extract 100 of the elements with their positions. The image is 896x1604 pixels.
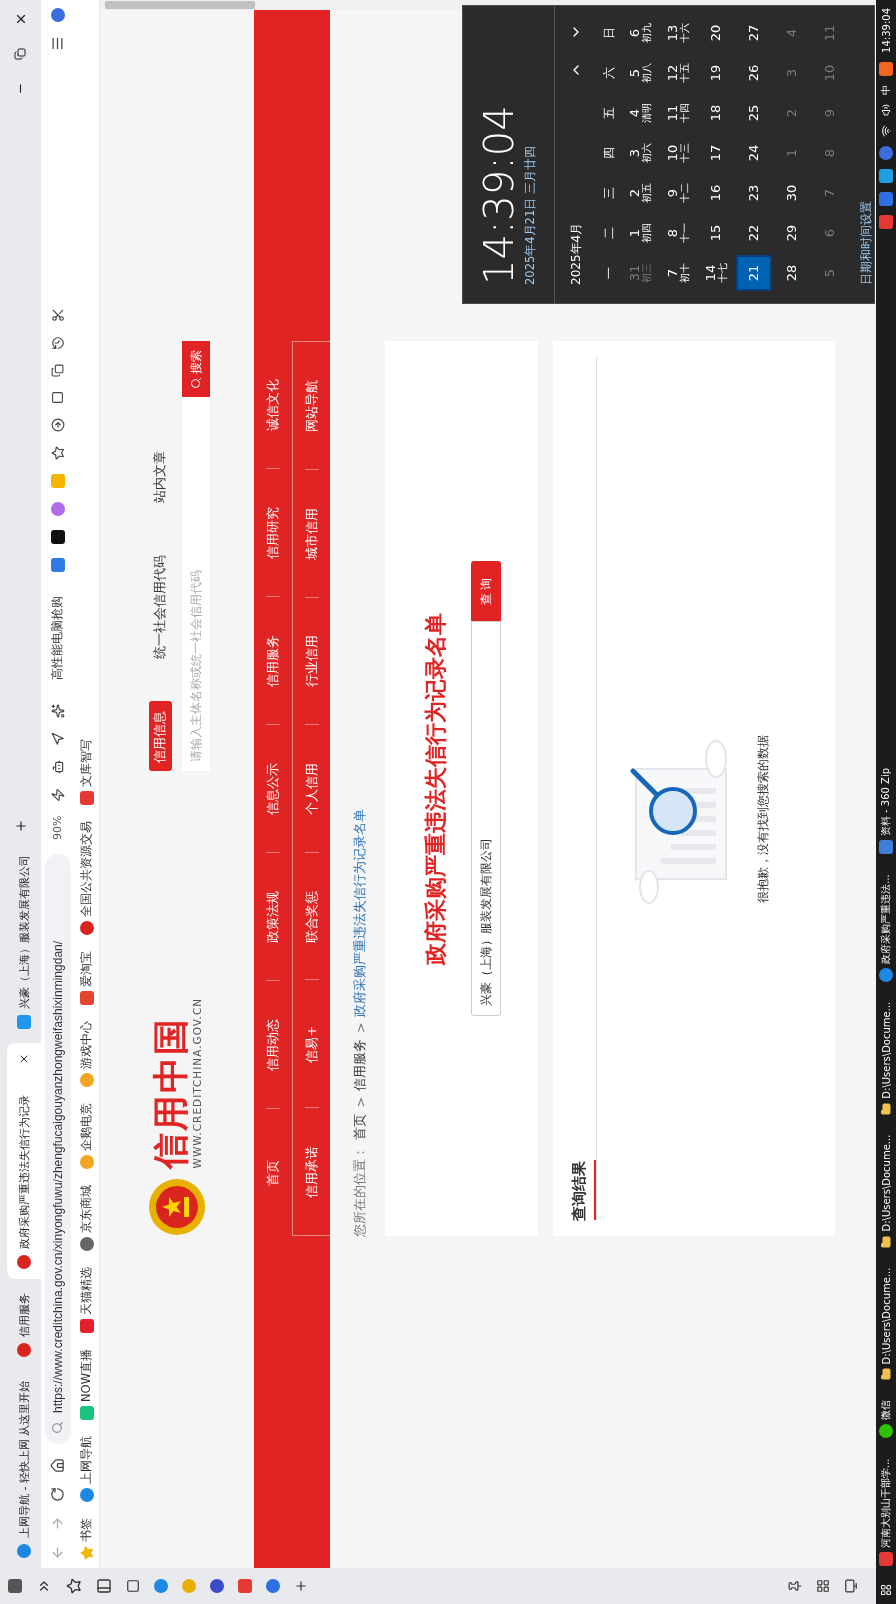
site-logo-text[interactable]: 信用中国 — [151, 997, 191, 1169]
breadcrumb-link[interactable]: 首页 — [352, 1113, 369, 1140]
calendar-day[interactable]: 14 十七 — [698, 255, 734, 291]
nav-link[interactable]: 信息公示 — [264, 763, 282, 815]
nav-link[interactable]: 网站导航 — [302, 380, 321, 433]
input-method[interactable]: 中 — [879, 84, 893, 95]
star-icon[interactable] — [66, 1578, 82, 1594]
calendar-day[interactable]: 21 — [736, 255, 772, 291]
calendar-day[interactable]: 9 十二 — [660, 175, 696, 211]
nav-link[interactable]: 诚信文化 — [264, 379, 282, 432]
sparkle-icon[interactable] — [50, 703, 65, 718]
bookmark[interactable]: 上网导航 — [79, 1436, 94, 1502]
scrollbar-thumb[interactable] — [105, 1, 255, 9]
calendar-day[interactable]: 20 — [698, 15, 734, 51]
menu-icon[interactable] — [50, 36, 65, 51]
app-icon[interactable] — [879, 168, 893, 183]
bookmark[interactable]: 京东商城 — [79, 1184, 94, 1251]
bookmark[interactable]: NOW直播 — [79, 1348, 94, 1420]
flyout-date-link[interactable]: 2025年4月21日 三月廿四 — [523, 6, 538, 285]
calendar-day[interactable]: 3 初六 — [622, 135, 658, 171]
search-button[interactable]: 搜索 — [182, 341, 210, 398]
breadcrumb-link[interactable]: 政府采购严重违法失信行为记录名单 — [352, 808, 369, 1017]
calendar-day[interactable]: 16 — [698, 175, 734, 211]
calendar-day[interactable]: 27 — [736, 15, 772, 51]
bookmark[interactable]: 全国公共资源交易 — [79, 820, 94, 935]
nav-link[interactable]: 信用动态 — [264, 1018, 282, 1071]
shield-icon[interactable] — [879, 145, 893, 160]
calendar-day[interactable]: 28 — [774, 255, 810, 291]
bookmark[interactable]: 天猫精选 — [79, 1266, 94, 1333]
robot-icon[interactable] — [50, 759, 65, 774]
add-icon[interactable] — [294, 1579, 308, 1593]
start-icon[interactable] — [880, 1584, 892, 1596]
arrow-icon[interactable] — [50, 731, 65, 746]
window-icon[interactable] — [51, 390, 64, 404]
app-icon[interactable] — [50, 529, 65, 544]
calendar-day[interactable]: 24 — [736, 135, 772, 171]
nav-link[interactable]: 信易+ — [302, 1025, 321, 1063]
new-tab-icon[interactable] — [13, 818, 28, 833]
monitor-icon[interactable] — [844, 1579, 858, 1593]
network-icon[interactable] — [880, 124, 892, 137]
history-icon[interactable] — [50, 335, 65, 350]
nav-link[interactable]: 城市信用 — [302, 507, 321, 560]
nav-link[interactable]: 信用服务 — [264, 635, 282, 688]
promo-link[interactable]: 高性能电脑抢购 — [49, 595, 66, 680]
calendar-day[interactable]: 30 — [774, 175, 810, 211]
calendar-day[interactable]: 29 — [774, 215, 810, 251]
calendar-day[interactable]: 18 — [698, 95, 734, 131]
calendar-day[interactable]: 22 — [736, 215, 772, 251]
calendar-day[interactable]: 4 清明 — [622, 95, 658, 131]
taskbar-item[interactable]: 微信 — [876, 1390, 896, 1449]
calendar-day[interactable]: 26 — [736, 55, 772, 91]
star-icon[interactable] — [50, 445, 65, 460]
calendar-day[interactable]: 2 初五 — [622, 175, 658, 211]
scissors-icon[interactable] — [50, 307, 65, 322]
home-icon[interactable] — [50, 1458, 65, 1473]
browser-tab[interactable]: 兴豪（上海）服装发展有限公司 — [7, 844, 41, 1039]
copy-icon[interactable] — [51, 363, 64, 377]
search-tab[interactable]: 信用信息 — [148, 701, 172, 772]
bookmark[interactable]: 游戏中心 — [79, 1020, 94, 1087]
bookmark[interactable]: 爱淘宝 — [79, 950, 94, 1005]
taskbar-clock[interactable]: 14:39:04 — [880, 8, 892, 53]
calendar-day[interactable]: 12 十五 — [660, 55, 696, 91]
avatar-icon[interactable] — [50, 8, 65, 22]
search-tab[interactable]: 统一社会信用代码 — [148, 545, 172, 668]
calendar-day[interactable]: 5 初八 — [622, 55, 658, 91]
nav-link[interactable]: 行业信用 — [302, 635, 321, 688]
calendar-day[interactable]: 11 十四 — [660, 95, 696, 131]
grid-icon[interactable] — [816, 1579, 830, 1593]
calendar-day[interactable]: 6 初九 — [622, 15, 658, 51]
address-field[interactable]: https://www.creditchina.gov.cn/xinyongfuwu/zhengfucaigouyanzhongweifashixinmingdan/ — [44, 854, 71, 1444]
panel-icon[interactable] — [96, 1578, 112, 1594]
bookmark[interactable]: 文库智写 — [79, 738, 94, 805]
bookmark[interactable]: 书签 — [79, 1518, 94, 1560]
browser-tab[interactable]: 政府采购严重违法失信行为记录 — [7, 1042, 41, 1279]
taskbar-item[interactable]: D:\Users\Docume... — [876, 1124, 896, 1258]
query-field[interactable]: 兴豪（上海）服装发展有限公司 — [471, 621, 501, 1017]
bookmark[interactable]: 企鹅电竞 — [79, 1102, 94, 1169]
taskbar-item[interactable]: 资料 - 360 Zip — [876, 757, 896, 865]
nav-link[interactable]: 个人信用 — [302, 763, 321, 815]
browser-logo-icon[interactable] — [8, 1579, 22, 1593]
search-tab[interactable]: 站内文章 — [148, 441, 172, 512]
window-icon[interactable] — [126, 1579, 140, 1593]
calendar-day[interactable]: 17 — [698, 135, 734, 171]
calendar-day[interactable]: 8 十一 — [660, 215, 696, 251]
volume-icon[interactable] — [880, 103, 892, 116]
breadcrumb-link[interactable]: 信用服务 — [352, 1039, 369, 1091]
taskbar-item[interactable]: D:\Users\Docume... — [876, 991, 896, 1125]
pin-icon[interactable] — [788, 1579, 802, 1593]
restore-icon[interactable] — [13, 48, 26, 60]
arrow-circle-icon[interactable] — [50, 417, 65, 432]
calendar-day[interactable]: 19 — [698, 55, 734, 91]
calendar-day[interactable]: 15 — [698, 215, 734, 251]
zoom-level[interactable]: 90% — [51, 815, 64, 840]
calendar-day[interactable]: 25 — [736, 95, 772, 131]
reload-icon[interactable] — [50, 1487, 65, 1502]
nav-link[interactable]: 联合奖惩 — [302, 890, 321, 943]
taskbar-item[interactable]: 河南大别山干部学... — [876, 1448, 896, 1576]
browser-tab[interactable]: 上网导航 - 轻快上网 从这里开始 — [7, 1370, 41, 1568]
nav-link[interactable]: 政策法规 — [264, 890, 282, 943]
calendar-day[interactable]: 7 初十 — [660, 255, 696, 291]
